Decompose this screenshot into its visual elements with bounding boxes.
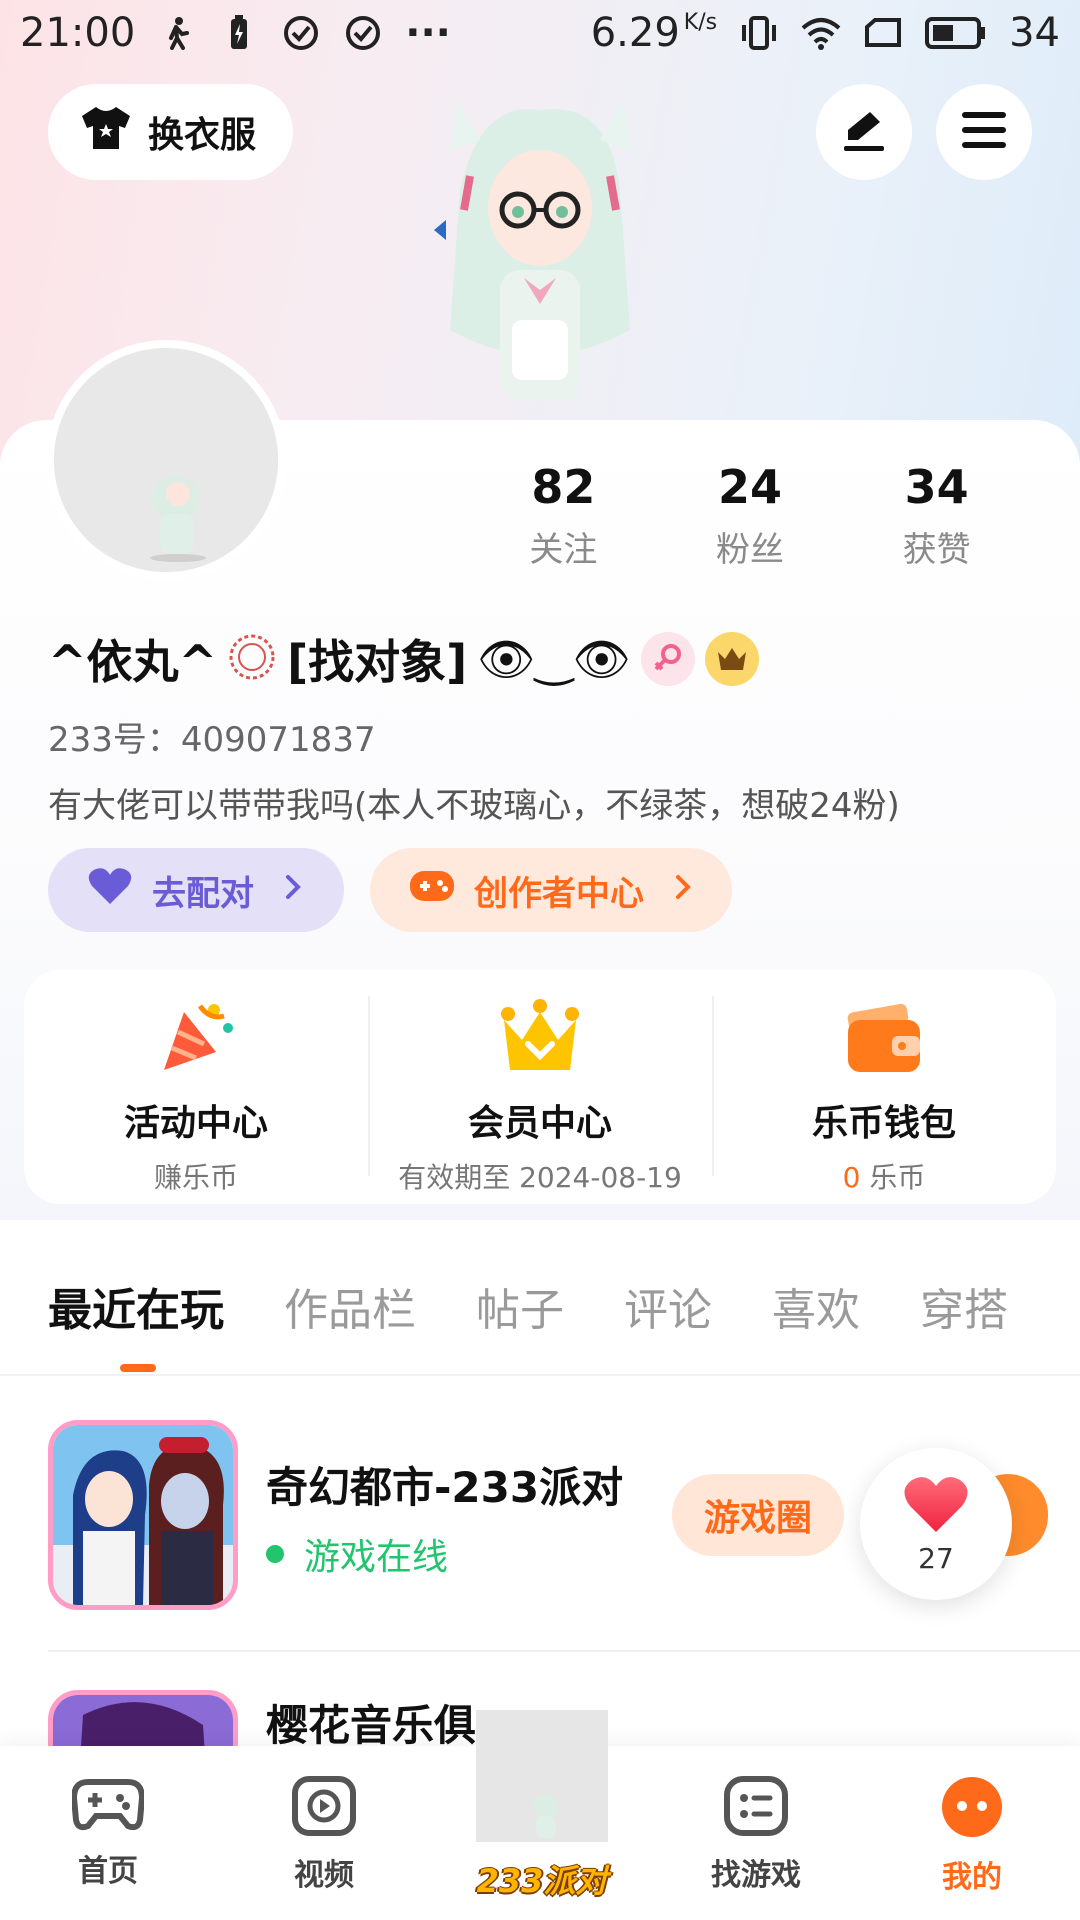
tab-outfits[interactable]: 穿搭 bbox=[920, 1274, 1008, 1338]
profile-face-icon bbox=[940, 1776, 1004, 1842]
stat-followers[interactable]: 24 粉丝 bbox=[657, 460, 844, 571]
game-circle-button[interactable]: 游戏圈 bbox=[672, 1474, 844, 1556]
creator-center-button[interactable]: 创作者中心 bbox=[370, 848, 732, 932]
activity-center-sub: 赚乐币 bbox=[153, 1161, 238, 1194]
heart-icon bbox=[902, 1474, 970, 1538]
member-center-title: 会员中心 bbox=[467, 1103, 612, 1144]
nav-label: 首页 bbox=[78, 1854, 138, 1889]
nav-home[interactable]: 首页 bbox=[0, 1746, 216, 1920]
hamburger-menu-icon bbox=[960, 110, 1008, 154]
crown-badge-icon bbox=[704, 632, 759, 686]
like-button[interactable]: 27 bbox=[860, 1448, 1012, 1600]
female-gender-icon bbox=[640, 632, 695, 686]
battery-saver-icon bbox=[219, 13, 259, 53]
game-thumbnail bbox=[48, 1690, 238, 1746]
stat-label: 获赞 bbox=[902, 530, 971, 570]
activity-center[interactable]: 活动中心 赚乐币 bbox=[24, 970, 368, 1204]
menu-button[interactable] bbox=[936, 84, 1032, 180]
battery-level: 34 bbox=[1009, 10, 1060, 56]
party-popper-icon bbox=[154, 998, 238, 1082]
tab-recently-played[interactable]: 最近在玩 bbox=[48, 1274, 224, 1338]
network-speed: 6.29 K/s bbox=[590, 10, 718, 56]
nav-find-games[interactable]: 找游戏 bbox=[648, 1746, 864, 1920]
chevron-right-icon bbox=[284, 870, 302, 910]
match-button[interactable]: 去配对 bbox=[48, 848, 344, 932]
member-center[interactable]: 会员中心 有效期至 2024-08-19 bbox=[368, 970, 712, 1204]
profile-stats: 82 关注 24 粉丝 34 获赞 bbox=[470, 460, 1030, 571]
crown-icon bbox=[498, 998, 582, 1082]
nav-me[interactable]: 我的 bbox=[864, 1746, 1080, 1920]
username: ^依丸^ bbox=[48, 635, 218, 689]
check-circle-icon bbox=[343, 13, 383, 53]
party-center-avatar[interactable] bbox=[470, 1704, 614, 1848]
shirt-icon bbox=[78, 104, 134, 161]
nav-label: 视频 bbox=[294, 1858, 354, 1893]
wifi-icon bbox=[801, 13, 841, 53]
online-status-label: 游戏在线 bbox=[304, 1537, 449, 1578]
list-icon bbox=[724, 1776, 788, 1840]
wallet[interactable]: 乐币钱包 0 乐币 bbox=[712, 970, 1056, 1204]
stat-label: 粉丝 bbox=[716, 530, 784, 570]
nav-label: 找游戏 bbox=[711, 1858, 801, 1893]
member-center-expiry: 有效期至 2024-08-19 bbox=[398, 1161, 682, 1194]
status-time: 21:00 bbox=[20, 10, 136, 56]
active-tab-indicator bbox=[120, 1364, 156, 1372]
username-tail: [找对象] bbox=[287, 635, 468, 689]
stat-following[interactable]: 82 关注 bbox=[470, 460, 657, 571]
walking-icon bbox=[157, 13, 197, 53]
nav-video[interactable]: 视频 bbox=[216, 1746, 432, 1920]
tab-posts[interactable]: 帖子 bbox=[476, 1274, 564, 1338]
user-id: 233号：409071837 bbox=[48, 720, 376, 760]
nav-label: 我的 bbox=[942, 1860, 1002, 1895]
wallet-balance: 0 乐币 bbox=[842, 1161, 926, 1194]
divider bbox=[48, 1650, 1080, 1652]
stat-value: 34 bbox=[904, 460, 969, 514]
online-dot-icon bbox=[266, 1545, 284, 1563]
video-play-icon bbox=[292, 1776, 356, 1840]
heart-icon bbox=[86, 866, 134, 915]
gamepad-icon bbox=[70, 1776, 146, 1836]
user-bio: 有大佬可以带带我吗(本人不玻璃心，不绿茶，想破24粉) bbox=[48, 786, 900, 826]
sim-card-icon bbox=[863, 13, 903, 53]
battery-icon bbox=[925, 13, 987, 53]
party-label: 233派对 bbox=[476, 1862, 608, 1900]
status-bar: 21:00 ··· 6.29 K/s 34 bbox=[0, 0, 1080, 66]
edit-profile-button[interactable] bbox=[816, 84, 912, 180]
pencil-icon bbox=[840, 108, 888, 156]
tab-likes[interactable]: 喜欢 bbox=[772, 1274, 860, 1338]
stat-label: 关注 bbox=[529, 530, 598, 570]
game-title: 奇幻都市-233派对 bbox=[266, 1463, 624, 1512]
stat-value: 24 bbox=[718, 460, 783, 514]
service-centers-card: 活动中心 赚乐币 会员中心 有效期至 2024-08-19 乐币钱包 0 乐币 bbox=[24, 970, 1056, 1204]
profile-tabs: 最近在玩 作品栏 帖子 评论 喜欢 穿搭 bbox=[48, 1274, 1068, 1338]
avatar-3d-figure[interactable] bbox=[420, 80, 660, 420]
game-thumbnail bbox=[48, 1420, 238, 1610]
username-row: ^依丸^ [找对象] 👁‿👁 bbox=[48, 626, 759, 692]
creator-center-label: 创作者中心 bbox=[474, 873, 644, 914]
game-online-status: 游戏在线 bbox=[266, 1528, 448, 1580]
vibrate-icon bbox=[739, 13, 779, 53]
divider bbox=[0, 1374, 1080, 1376]
stat-likes[interactable]: 34 获赞 bbox=[843, 460, 1030, 571]
wallet-icon bbox=[842, 998, 926, 1082]
game-title: 樱花音乐俱 bbox=[266, 1701, 477, 1746]
check-circle-icon bbox=[281, 13, 321, 53]
avatar[interactable] bbox=[46, 340, 286, 580]
chevron-right-icon bbox=[674, 870, 692, 910]
wallet-title: 乐币钱包 bbox=[811, 1103, 956, 1144]
more-notifications-icon: ··· bbox=[405, 10, 451, 56]
tab-comments[interactable]: 评论 bbox=[624, 1274, 712, 1338]
gamepad-icon bbox=[408, 867, 456, 914]
stat-value: 82 bbox=[531, 460, 596, 514]
change-outfit-label: 换衣服 bbox=[148, 115, 257, 156]
username-emoji: 👁‿👁 bbox=[477, 631, 631, 686]
match-label: 去配对 bbox=[152, 873, 254, 914]
like-count: 27 bbox=[918, 1541, 954, 1575]
tab-works[interactable]: 作品栏 bbox=[284, 1274, 416, 1338]
seal-sticker-icon bbox=[227, 632, 277, 686]
change-outfit-button[interactable]: 换衣服 bbox=[48, 84, 293, 180]
activity-center-title: 活动中心 bbox=[123, 1103, 268, 1144]
